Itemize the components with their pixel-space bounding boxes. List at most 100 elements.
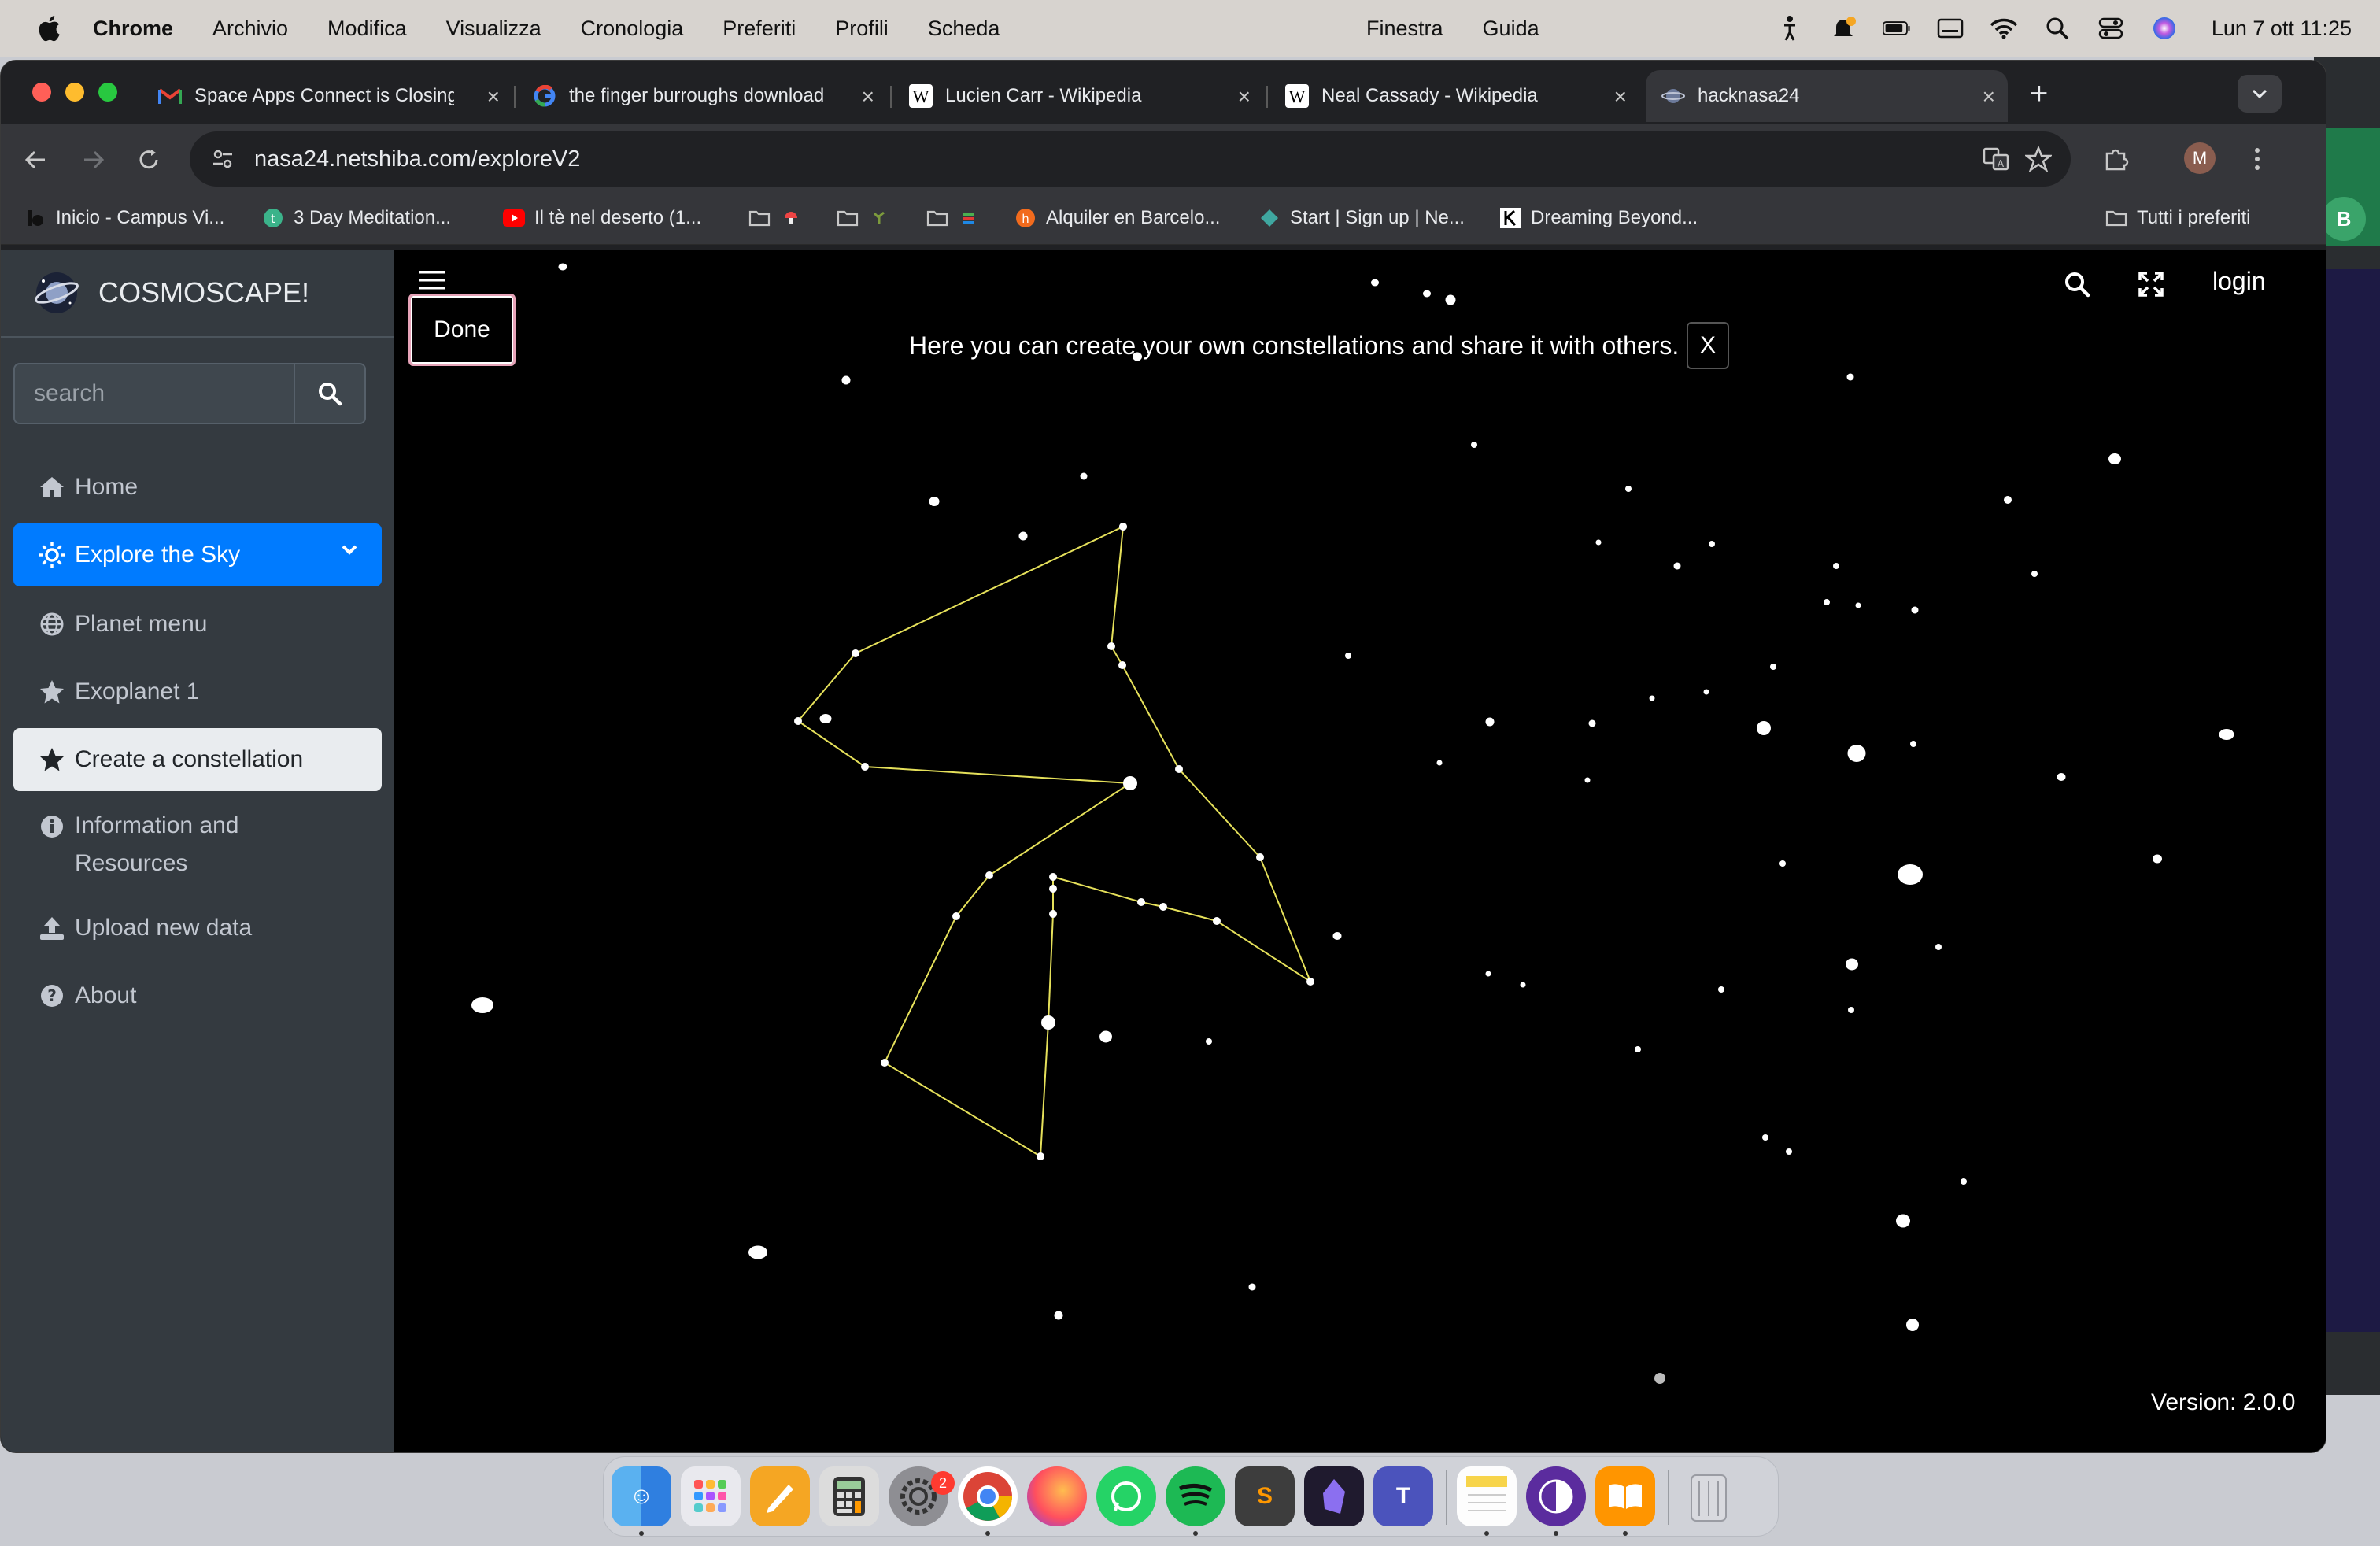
star[interactable] [1906, 1319, 1919, 1331]
translate-icon[interactable]: A [1981, 144, 2011, 174]
teams-icon[interactable]: T [1373, 1466, 1433, 1526]
star[interactable] [1898, 864, 1923, 885]
star[interactable] [1855, 602, 1861, 608]
bookmark-item[interactable]: Start | Sign up | Ne... [1258, 207, 1465, 229]
menu-cronologia[interactable]: Cronologia [581, 17, 684, 41]
star[interactable] [1762, 1134, 1768, 1141]
constellation-node[interactable] [852, 649, 859, 657]
login-link[interactable]: login [2212, 267, 2266, 296]
star[interactable] [2153, 854, 2162, 864]
star[interactable] [2219, 729, 2234, 740]
constellation-nodes[interactable] [794, 523, 1314, 1160]
constellation-node[interactable] [985, 871, 993, 879]
wifi-icon[interactable] [1990, 14, 2018, 43]
sidebar-item-home[interactable]: Home [13, 456, 382, 519]
bookmark-item[interactable]: t 3 Day Meditation... [262, 207, 451, 229]
siri-icon[interactable] [2150, 14, 2179, 43]
star[interactable] [1206, 1038, 1212, 1045]
launchpad-icon[interactable] [681, 1466, 741, 1526]
extensions-icon[interactable] [2097, 141, 2134, 177]
sidebar-item-planet-menu[interactable]: Planet menu [13, 593, 382, 656]
forward-button[interactable] [76, 142, 111, 177]
new-tab-button[interactable]: + [2030, 76, 2048, 112]
star-field[interactable] [394, 250, 2326, 1453]
menu-profili[interactable]: Profili [835, 17, 889, 41]
all-bookmarks-folder[interactable]: Tutti i preferiti [2105, 207, 2250, 229]
spotlight-search-icon[interactable] [2043, 14, 2071, 43]
obsidian-icon[interactable] [1304, 1466, 1364, 1526]
tor-browser-icon[interactable] [1526, 1466, 1586, 1526]
star[interactable] [1520, 982, 1526, 988]
bookmark-folder[interactable] [926, 207, 989, 229]
sublime-text-icon[interactable]: S [1235, 1466, 1295, 1526]
tab-google-search[interactable]: the finger burroughs download × [517, 70, 887, 122]
star[interactable] [1445, 294, 1456, 305]
menu-finestra[interactable]: Finestra [1366, 17, 1443, 41]
star[interactable] [1584, 777, 1591, 783]
close-tab-icon[interactable]: × [1238, 84, 1251, 109]
star[interactable] [1673, 562, 1681, 570]
constellation-node[interactable] [1160, 904, 1166, 910]
star[interactable] [1779, 860, 1786, 867]
battery-icon[interactable] [1882, 14, 1911, 43]
constellation-node[interactable] [1138, 899, 1144, 905]
sidebar-item-information-resources[interactable]: Information and Resources [13, 793, 382, 879]
notification-icon[interactable] [1829, 14, 1857, 43]
star[interactable] [1471, 442, 1477, 448]
constellation-node[interactable] [952, 912, 960, 920]
bookmark-star-icon[interactable] [2023, 144, 2053, 174]
constellation-node[interactable] [1306, 978, 1314, 986]
search-input[interactable] [15, 364, 295, 423]
brand-link[interactable]: COSMOSCAPE! [32, 265, 309, 320]
trash-icon[interactable] [1679, 1466, 1739, 1526]
star[interactable] [2004, 496, 2012, 504]
system-settings-icon[interactable]: 2 [889, 1466, 955, 1526]
star[interactable] [1911, 606, 1919, 614]
bookmark-item[interactable]: Dreaming Beyond... [1499, 207, 1698, 229]
star[interactable] [1757, 721, 1771, 735]
close-hint-button[interactable]: X [1687, 322, 1729, 369]
star[interactable] [471, 997, 493, 1013]
star[interactable] [929, 497, 940, 506]
star[interactable] [1824, 599, 1830, 605]
chrome-icon[interactable] [958, 1466, 1018, 1526]
star[interactable] [1833, 563, 1839, 569]
constellation-node[interactable] [1119, 523, 1127, 531]
constellation-node[interactable] [1049, 873, 1057, 881]
site-info-icon[interactable] [207, 143, 238, 175]
star[interactable] [558, 263, 567, 271]
star[interactable] [1846, 958, 1858, 971]
star[interactable] [1846, 373, 1854, 381]
kebab-menu-icon[interactable] [2239, 141, 2275, 177]
back-button[interactable] [18, 142, 53, 177]
reload-button[interactable] [131, 142, 166, 177]
star[interactable] [1054, 1311, 1063, 1320]
bookmark-item[interactable]: h Alquiler en Barcelo... [1014, 207, 1220, 229]
calculator-icon[interactable] [819, 1466, 879, 1526]
close-tab-icon[interactable]: × [1614, 84, 1627, 109]
star[interactable] [1718, 986, 1724, 993]
star[interactable] [1709, 541, 1715, 547]
star[interactable] [1080, 472, 1088, 480]
star[interactable] [1371, 279, 1379, 287]
sky-canvas[interactable]: Done Here you can create your own conste… [394, 250, 2326, 1453]
menu-scheda[interactable]: Scheda [928, 17, 1000, 41]
constellation-node[interactable] [861, 763, 869, 771]
star[interactable] [819, 714, 832, 723]
star[interactable] [1910, 741, 1916, 747]
firefox-icon[interactable] [1027, 1466, 1087, 1526]
close-tab-icon[interactable]: × [1983, 84, 1995, 109]
tab-gmail[interactable]: Space Apps Connect is Closing × [142, 70, 512, 122]
pages-icon[interactable] [750, 1466, 810, 1526]
close-tab-icon[interactable]: × [487, 84, 500, 109]
menu-preferiti[interactable]: Preferiti [722, 17, 796, 41]
star[interactable] [2057, 773, 2066, 781]
spotify-icon[interactable] [1166, 1466, 1225, 1526]
close-tab-icon[interactable]: × [862, 84, 874, 109]
star[interactable] [1961, 1178, 1967, 1185]
profile-avatar[interactable]: M [2184, 142, 2216, 174]
star[interactable] [2108, 453, 2121, 464]
control-center-icon[interactable] [2097, 14, 2125, 43]
star[interactable] [1896, 1214, 1910, 1228]
whatsapp-icon[interactable] [1096, 1466, 1156, 1526]
